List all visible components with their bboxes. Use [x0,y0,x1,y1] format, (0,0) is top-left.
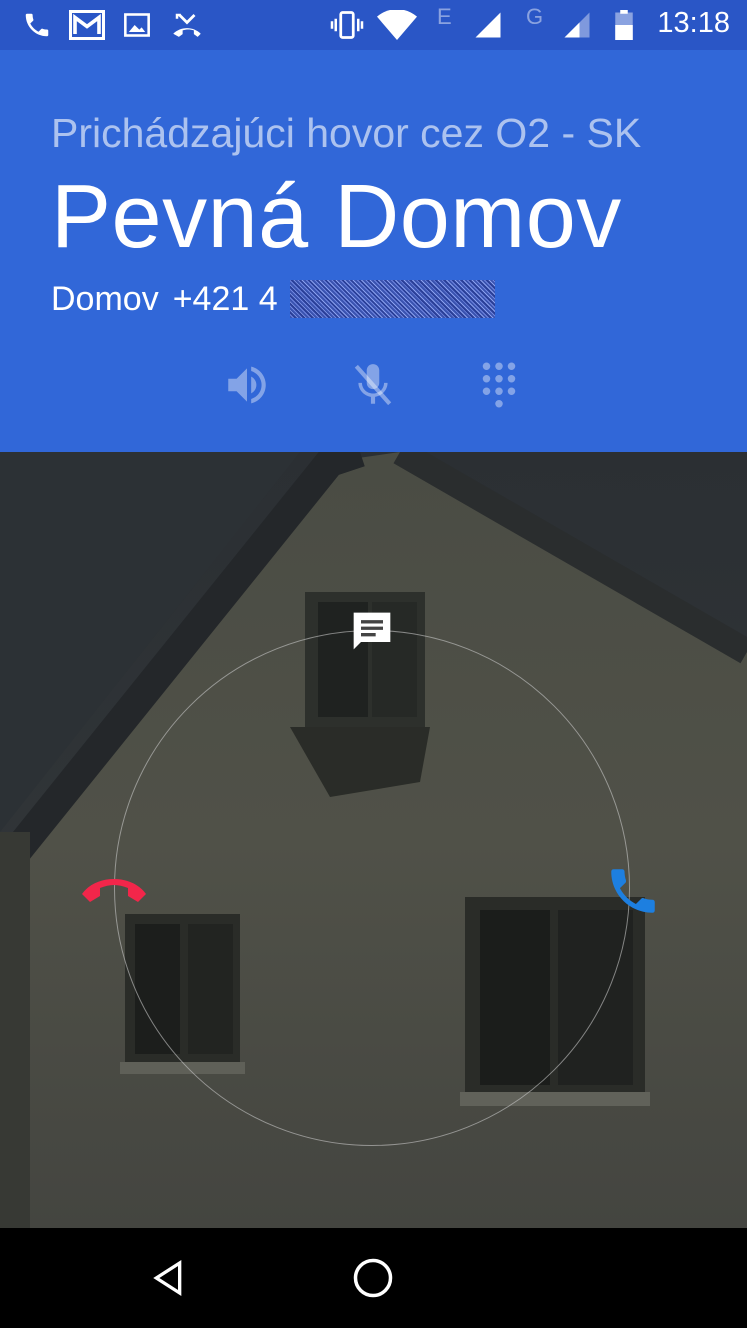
number-label: Domov [51,280,159,318]
navigation-bar [0,1228,747,1328]
message-icon[interactable] [349,609,395,653]
signal-icon [564,12,590,38]
gallery-icon [124,13,150,37]
status-bar: E G 13:18 [0,0,747,50]
wifi-icon [377,10,417,40]
network-type-e: E [437,4,452,29]
signal-icon [475,12,501,38]
redacted-number [290,280,495,318]
vibrate-icon [330,11,364,39]
incoming-call-label: Prichádzajúci hovor cez O2 - SK [51,110,642,156]
clock: 13:18 [657,7,730,39]
battery-icon [615,10,633,40]
back-icon[interactable] [148,1258,188,1298]
dialpad-icon[interactable] [474,360,524,410]
network-type-g: G [526,4,544,29]
caller-number-row: Domov +421 4 [51,280,278,319]
home-icon[interactable] [352,1257,394,1299]
answer-call-icon[interactable] [604,862,662,920]
caller-name: Pevná Domov [51,167,622,267]
call-header: Prichádzajúci hovor cez O2 - SK Pevná Do… [0,50,747,452]
missed-call-icon [173,13,201,37]
caller-number: +421 4 [172,280,278,318]
mute-icon[interactable] [348,360,398,410]
answer-glow-ring [114,630,630,1146]
phone-icon [25,13,49,37]
decline-call-icon[interactable] [80,868,148,908]
gmail-icon [69,10,105,40]
speaker-icon[interactable] [222,360,272,410]
